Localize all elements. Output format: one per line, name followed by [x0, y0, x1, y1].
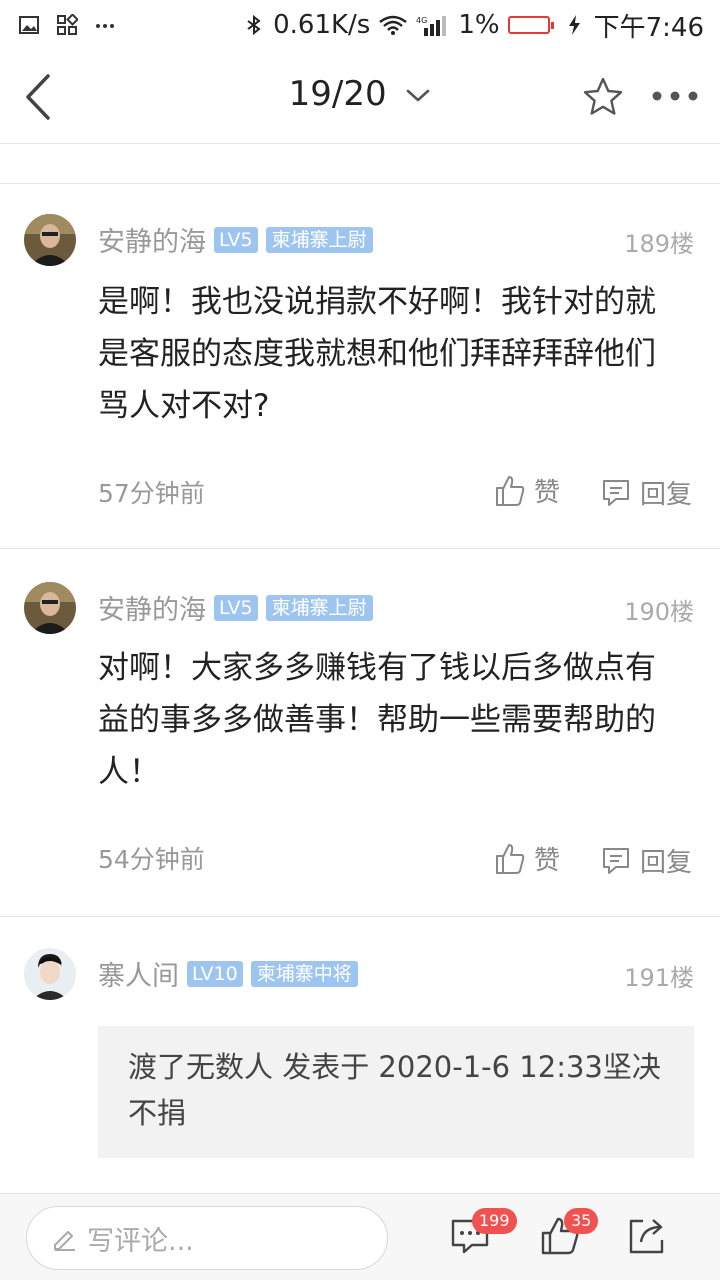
like-label: 赞: [534, 846, 561, 876]
comment-input[interactable]: 写评论...: [26, 1206, 388, 1270]
more-options-icon[interactable]: [650, 84, 700, 108]
gallery-icon: [19, 16, 39, 34]
signal-icon: 4G: [416, 16, 447, 36]
svg-text:4G: 4G: [416, 16, 427, 25]
comment-item: 寨人间 LV10 柬埔寨中将 191楼 渡了无数人 发表于 2020-1-6 1…: [0, 918, 720, 1193]
reply-label: 回复: [640, 848, 693, 878]
floor-number: 191楼: [624, 964, 694, 992]
apps-icon: [57, 14, 78, 35]
chevron-down-icon: [407, 89, 430, 101]
wifi-icon: [379, 15, 408, 35]
clock: 下午7:46: [593, 12, 704, 43]
username[interactable]: 安静的海: [98, 220, 206, 259]
page-indicator-text: 19/20: [288, 74, 387, 114]
level-badge: LV5: [214, 226, 258, 253]
level-badge: LV10: [187, 960, 243, 987]
reply-button[interactable]: 回复: [600, 842, 692, 879]
battery-percent: 1%: [458, 10, 500, 40]
pencil-icon: [54, 1231, 75, 1251]
reply-label: 回复: [640, 480, 693, 510]
floor-number: 190楼: [624, 598, 694, 626]
comment-time: 57分钟前: [98, 479, 205, 508]
reply-icon: [603, 479, 629, 506]
rank-badge: 柬埔寨中将: [250, 960, 358, 987]
status-bar: 0.61K/s 4G 1% 下午7:46: [0, 0, 720, 50]
comment-placeholder: 写评论...: [87, 1225, 194, 1257]
thumbs-up-icon: [496, 843, 525, 874]
bluetooth-icon: [247, 14, 261, 36]
like-button[interactable]: 赞: [494, 840, 560, 877]
reply-icon: [603, 847, 629, 874]
avatar[interactable]: [24, 948, 76, 1000]
like-button[interactable]: 赞: [494, 472, 560, 509]
comment-time: 54分钟前: [98, 845, 205, 874]
like-count-badge: 35: [564, 1208, 599, 1234]
quoted-reply: 渡了无数人 发表于 2020-1-6 12:33坚决不捐: [98, 1026, 694, 1158]
rank-badge: 柬埔寨上尉: [265, 594, 373, 621]
comment-text: 是啊！我也没说捐款不好啊！我针对的就是客服的态度我就想和他们拜辞拜辞他们骂人对不…: [98, 284, 656, 424]
avatar[interactable]: [24, 582, 76, 634]
comment-count-badge: 199: [472, 1208, 517, 1234]
level-badge: LV5: [214, 594, 258, 621]
rank-badge: 柬埔寨上尉: [265, 226, 373, 253]
network-speed: 0.61K/s: [273, 10, 371, 40]
ellipsis-icon: [96, 24, 114, 28]
share-icon[interactable]: [627, 1216, 667, 1256]
battery-icon: [507, 16, 554, 34]
star-icon[interactable]: [582, 76, 624, 118]
thumbs-up-icon: [496, 475, 525, 506]
charging-icon: [568, 15, 580, 35]
top-nav-bar: 19/20: [0, 50, 720, 144]
reply-button[interactable]: 回复: [600, 474, 692, 511]
username[interactable]: 寨人间: [98, 954, 179, 993]
like-label: 赞: [534, 478, 561, 508]
comment-item: 安静的海 LV5 柬埔寨上尉 189楼 是啊！我也没说捐款不好啊！我针对的就是客…: [0, 184, 720, 549]
floor-number: 189楼: [624, 230, 694, 258]
bottom-bar: 写评论... 199 35: [0, 1193, 720, 1280]
username[interactable]: 安静的海: [98, 588, 206, 627]
comment-item: 安静的海 LV5 柬埔寨上尉 190楼 对啊！大家多多赚钱有了钱以后多做点有益的…: [0, 550, 720, 917]
comment-text: 对啊！大家多多赚钱有了钱以后多做点有益的事多多做善事！帮助一些需要帮助的人！: [98, 650, 656, 790]
avatar[interactable]: [24, 214, 76, 266]
